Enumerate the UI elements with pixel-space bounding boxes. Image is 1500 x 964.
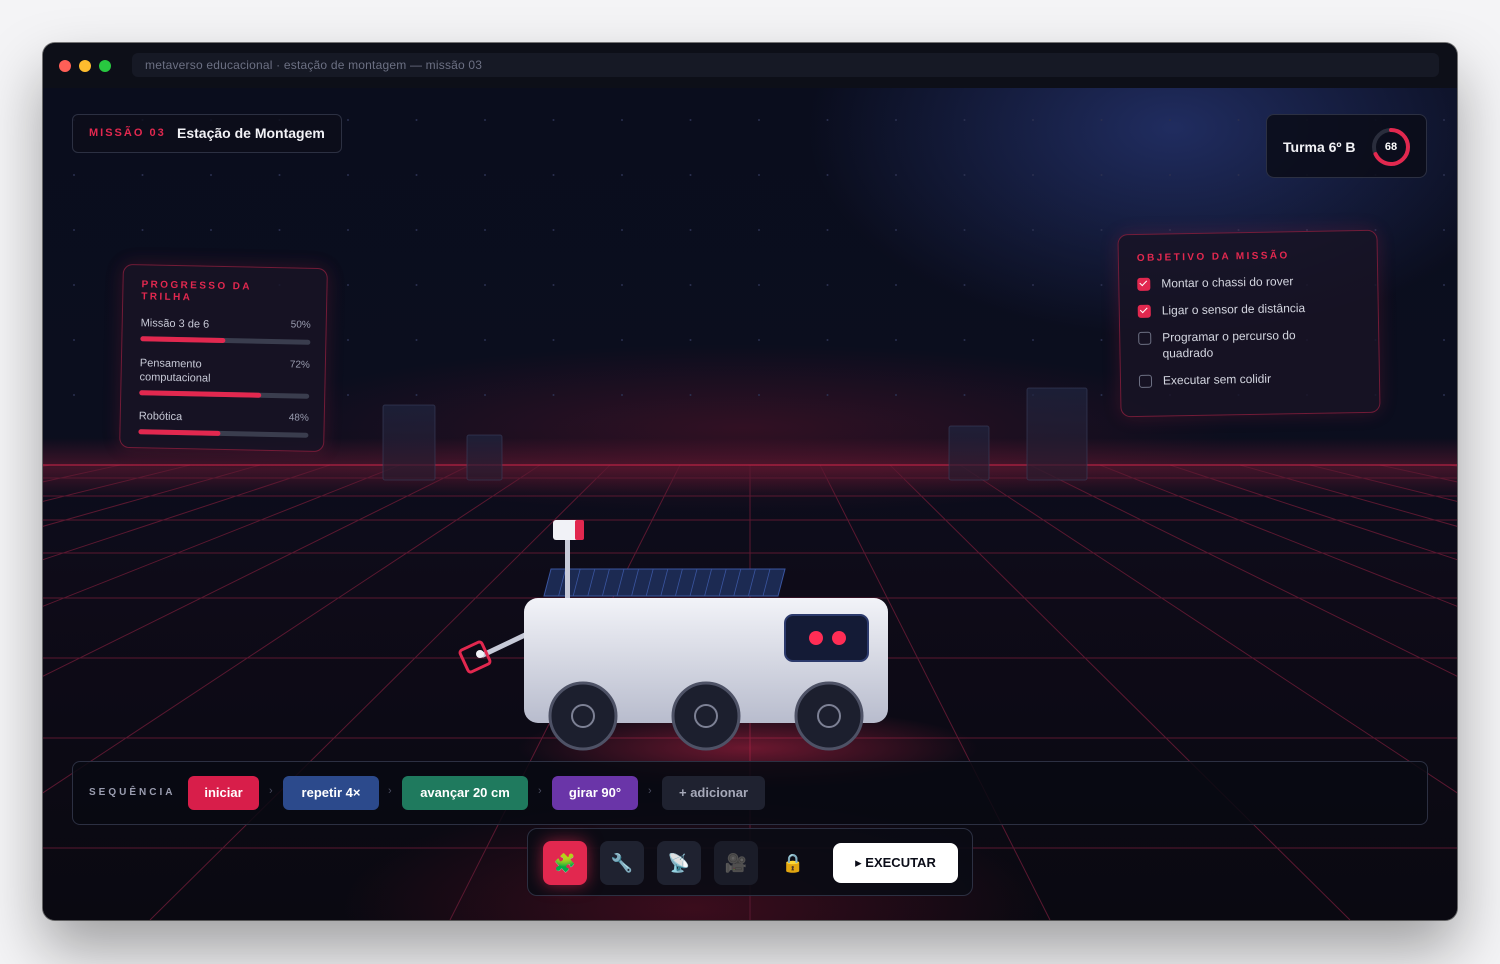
progress-title: PROGRESSO DA TRILHA [141,279,252,304]
app-window: metaverso educacional · estação de monta… [43,43,1457,920]
sequence-label: SEQUÊNCIA [89,787,176,798]
wrench-icon[interactable]: 🔧 [600,841,644,885]
objective-label: Montar o chassi do rover [1161,274,1294,291]
objective-label: Programar o percurso do quadrado [1162,328,1296,361]
progress-row: Robótica 48% [138,409,309,438]
objective-checkbox[interactable] [1138,374,1153,388]
progress-label: Pensamento computacional [139,357,211,385]
objective-item[interactable]: Programar o percurso do quadrado [1138,327,1329,362]
movie-camera-icon[interactable]: 🎥 [714,841,758,885]
rover-model [458,520,978,788]
progress-bar [139,390,310,399]
minimize-window-button[interactable] [79,60,91,72]
score-value: 68 [1384,141,1398,153]
grid-line [43,464,331,561]
grid-line [1379,464,1457,483]
metaverse-scene[interactable]: MISSÃO 03 Estação de Montagem Turma 6º B… [43,88,1457,920]
chevron-right-icon: › [269,785,273,797]
satellite-antenna-icon[interactable]: 📡 [657,841,701,885]
puzzle-icon[interactable]: 🧩 [543,841,587,885]
progress-label: Robótica [138,410,183,424]
code-sequence-bar: SEQUÊNCIA iniciar › repetir 4× › avançar… [72,761,1428,825]
grid-line [43,464,471,677]
rover-wheels [548,681,864,751]
progress-row: Pensamento computacional 72% [139,356,310,399]
grid-line [1309,464,1457,502]
class-badge[interactable]: Turma 6º B 68 [1266,114,1427,178]
lock-icon[interactable]: 🔒 [771,841,815,885]
close-window-button[interactable] [59,60,71,72]
maximize-window-button[interactable] [99,60,111,72]
grid-line [43,464,401,607]
trail-progress-panel: PROGRESSO DA TRILHA Missão 3 de 6 50% Pe… [119,263,328,453]
grid-line [1449,464,1457,467]
chevron-right-icon: › [648,785,652,797]
progress-bar [140,336,311,345]
class-label: Turma 6º B [1283,139,1356,155]
grid-line [43,464,541,794]
grid-line [959,464,1457,794]
grid-line [1099,464,1457,607]
objective-checkbox[interactable] [1137,277,1151,291]
block-girar[interactable]: girar 90° [552,776,638,810]
progress-percent: 72% [289,359,310,371]
bottom-toolbar: 🧩 🔧 📡 🎥 🔒 ▸ EXECUTAR [527,828,973,896]
grid-line [43,464,121,483]
address-bar[interactable]: metaverso educacional · estação de monta… [132,53,1439,77]
title-bar: metaverso educacional · estação de monta… [43,43,1457,89]
mission-header: MISSÃO 03 Estação de Montagem [72,114,342,153]
block-avancar[interactable]: avançar 20 cm [402,776,528,810]
grid-line [1029,464,1457,677]
objective-item[interactable]: Montar o chassi do rover [1137,272,1357,292]
objective-checkbox[interactable] [1137,304,1151,318]
progress-label: Missão 3 de 6 [140,317,210,331]
block-repetir[interactable]: repetir 4× [283,776,379,810]
objective-label: Ligar o sensor de distância [1161,301,1306,318]
progress-row: Missão 3 de 6 50% [140,316,311,345]
add-block-button[interactable]: + adicionar [662,776,765,810]
mission-title: Estação de Montagem [177,125,325,141]
progress-bar [138,429,309,438]
objective-item[interactable]: Ligar o sensor de distância [1137,299,1358,319]
objective-checkbox[interactable] [1138,331,1152,345]
progress-percent: 48% [288,412,309,424]
objective-title: OBJETIVO DA MISSÃO [1136,250,1290,264]
mission-objective-panel: OBJETIVO DA MISSÃO Montar o chassi do ro… [1117,229,1381,418]
chevron-right-icon: › [388,785,392,797]
grid-line [43,464,191,502]
block-iniciar[interactable]: iniciar [188,776,259,810]
grid-line [43,464,51,467]
objective-item[interactable]: Executar sem colidir [1138,369,1359,389]
execute-button[interactable]: ▸ EXECUTAR [833,843,958,883]
objective-label: Executar sem colidir [1162,371,1272,388]
progress-percent: 50% [290,319,311,331]
mission-tag: MISSÃO 03 [89,127,166,139]
chevron-right-icon: › [538,785,542,797]
grid-line [1169,464,1457,561]
